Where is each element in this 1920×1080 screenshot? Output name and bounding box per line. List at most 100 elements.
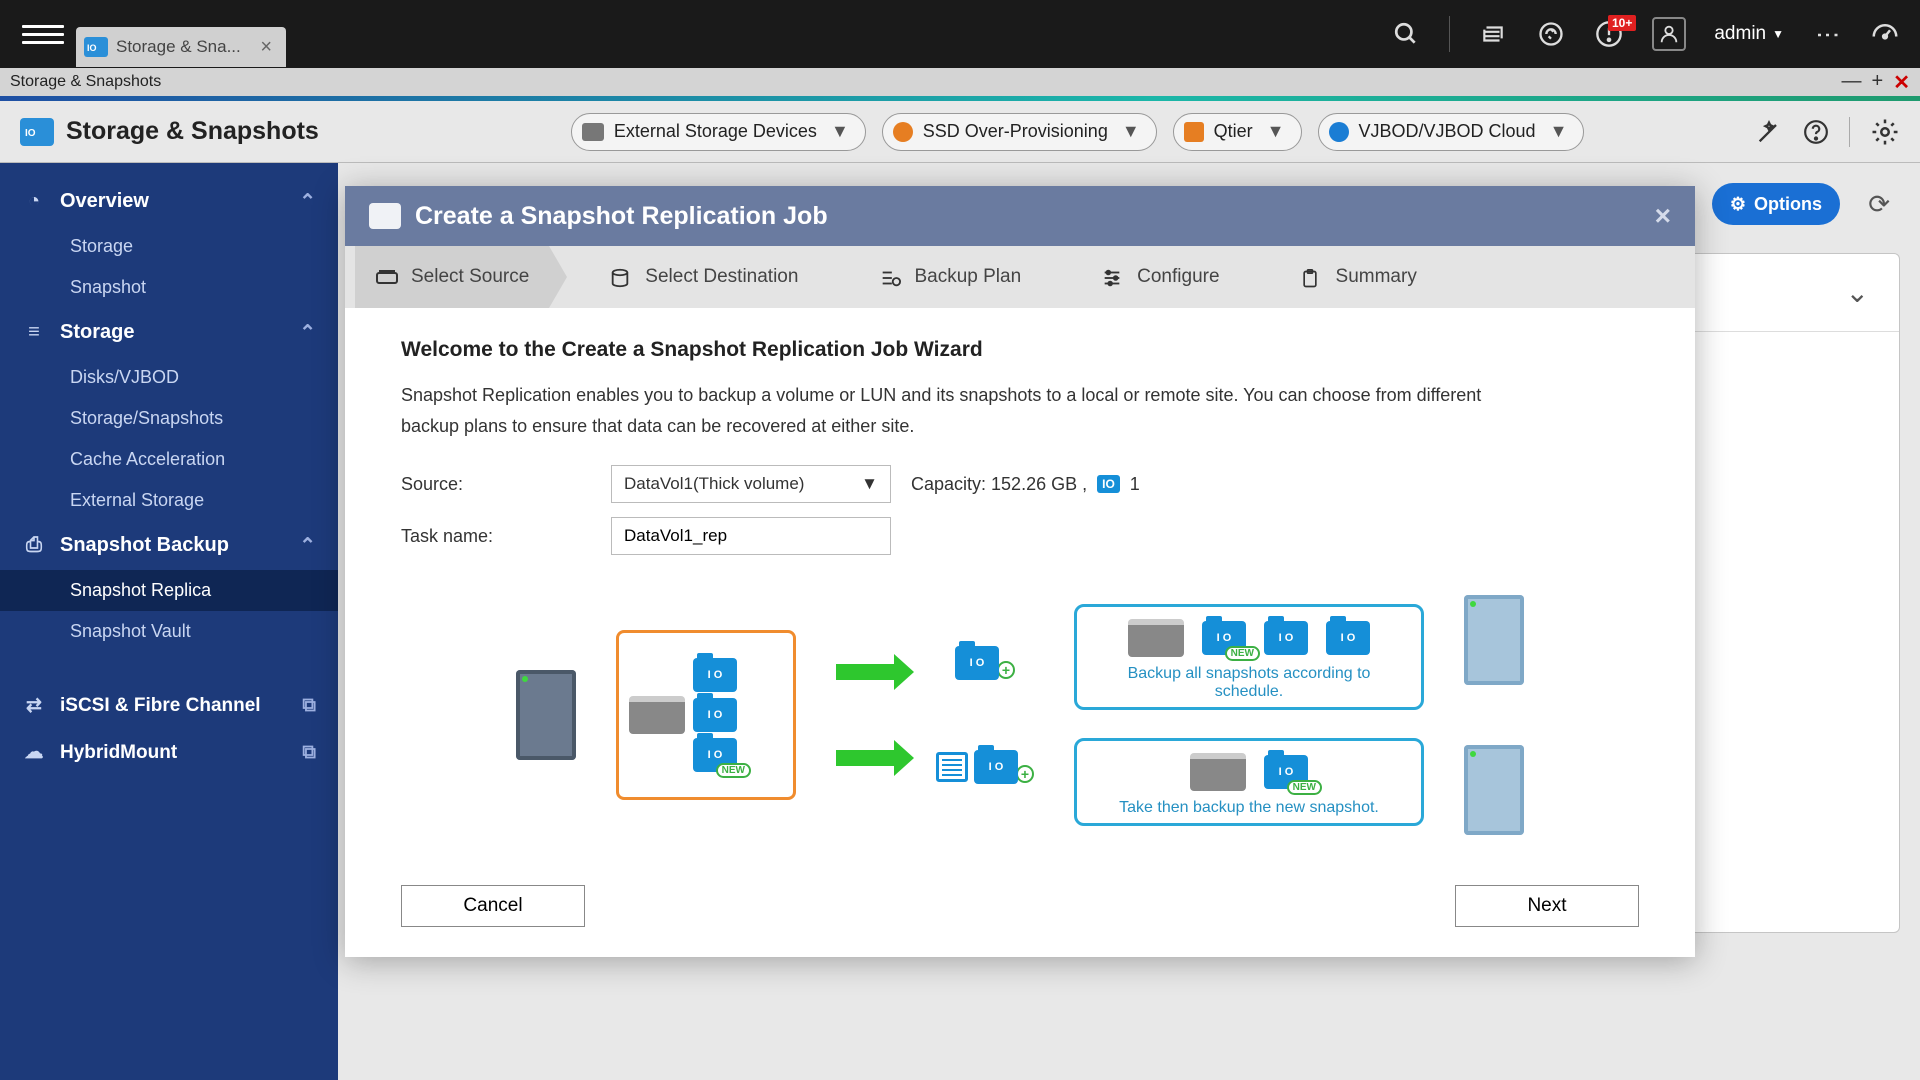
source-label: Source: [401, 474, 611, 495]
io-badge-icon: IO [1097, 475, 1120, 493]
sidebar-item-cache[interactable]: Cache Acceleration [0, 439, 338, 480]
sidebar-item-replica[interactable]: Snapshot Replica [0, 570, 338, 611]
sidebar-section-storage[interactable]: ≡Storage⌃ [0, 308, 338, 357]
chevron-down-icon: ▼ [861, 474, 878, 494]
source-box: I O I O I ONEW [616, 630, 796, 800]
cylinder-icon [609, 267, 633, 287]
sidebar-section-overview[interactable]: ◔Overview⌃ [0, 177, 338, 226]
disk-icon [375, 267, 399, 287]
sidebar-item-snapshot[interactable]: Snapshot [0, 267, 338, 308]
next-button[interactable]: Next [1455, 885, 1639, 927]
top-bar: Storage & Sna... × 10+ admin ▼ ⋮ [0, 0, 1920, 68]
dashboard-icon[interactable] [1870, 19, 1900, 49]
link-icon: ⇄ [22, 694, 46, 717]
app-tab[interactable]: Storage & Sna... × [76, 27, 286, 67]
wizard-steps: Select Source Select Destination Backup … [345, 246, 1695, 308]
window-titlebar: Storage & Snapshots — + ✕ [0, 68, 1920, 96]
chevron-up-icon: ⌃ [299, 320, 316, 345]
maximize-icon[interactable]: + [1872, 70, 1884, 95]
snapshot-icon: I O [1264, 621, 1308, 655]
database-icon: ≡ [22, 321, 46, 344]
modal-header: Create a Snapshot Replication Job × [345, 186, 1695, 246]
dest-caption-1: Backup all snapshots according to schedu… [1095, 665, 1403, 701]
sidebar-link-hybrid[interactable]: ☁HybridMount⧉ [0, 729, 338, 776]
external-storage-dropdown[interactable]: External Storage Devices▼ [571, 113, 866, 151]
vjbod-dropdown[interactable]: VJBOD/VJBOD Cloud▼ [1318, 113, 1585, 151]
snapshot-icon: I O [693, 658, 737, 692]
tab-close-icon[interactable]: × [260, 36, 272, 59]
snapshot-icon: I O [955, 646, 999, 680]
sidebar-item-disks[interactable]: Disks/VJBOD [0, 357, 338, 398]
user-icon[interactable] [1652, 17, 1686, 51]
search-icon[interactable] [1391, 19, 1421, 49]
arrow-icon [836, 750, 896, 766]
sidebar-item-storagesnap[interactable]: Storage/Snapshots [0, 398, 338, 439]
snapshot-icon: I O [1326, 621, 1370, 655]
wizard-welcome: Welcome to the Create a Snapshot Replica… [401, 338, 1639, 362]
page-title: Storage & Snapshots [20, 117, 319, 146]
wizard-icon[interactable] [1755, 118, 1783, 146]
close-icon[interactable]: ✕ [1893, 70, 1910, 95]
dest-box-new: I ONEW Take then backup the new snapshot… [1074, 738, 1424, 826]
gear-icon: ⚙ [1730, 194, 1746, 215]
options-button[interactable]: ⚙Options [1712, 183, 1840, 225]
calendar-icon [936, 752, 968, 782]
window-title: Storage & Snapshots [10, 73, 161, 91]
plus-icon: + [1016, 765, 1034, 783]
source-nas-icon [516, 670, 576, 760]
external-link-icon: ⧉ [302, 742, 316, 764]
step-select-source[interactable]: Select Source [355, 246, 549, 308]
qtier-dropdown[interactable]: Qtier▼ [1173, 113, 1302, 151]
step-select-destination[interactable]: Select Destination [589, 246, 818, 308]
capacity-text: Capacity: 152.26 GB , IO 1 [911, 474, 1140, 495]
sidebar-link-iscsi[interactable]: ⇄iSCSI & Fibre Channel⧉ [0, 682, 338, 729]
minimize-icon[interactable]: — [1842, 70, 1862, 95]
step-backup-plan[interactable]: Backup Plan [858, 246, 1041, 308]
disk-icon [1190, 753, 1246, 791]
snapshot-new-icon: I ONEW [1264, 755, 1308, 789]
source-select[interactable]: DataVol1(Thick volume)▼ [611, 465, 891, 503]
more-icon[interactable]: ⋮ [1812, 19, 1842, 49]
snapshot-icon: I O [974, 750, 1018, 784]
cloud-icon: ☁ [22, 741, 46, 764]
sync-icon[interactable] [1536, 19, 1566, 49]
refresh-icon[interactable]: ⟳ [1868, 189, 1890, 220]
replication-diagram: I O I O I ONEW I O+ I O+ I ONEW I O [401, 585, 1639, 845]
cancel-button[interactable]: Cancel [401, 885, 585, 927]
snapshot-new-icon: I ONEW [693, 738, 737, 772]
modal-title: Create a Snapshot Replication Job [415, 202, 828, 231]
user-menu[interactable]: admin ▼ [1714, 23, 1784, 45]
modal-close-icon[interactable]: × [1655, 200, 1671, 232]
storage-icon [84, 37, 108, 57]
sidebar-item-external[interactable]: External Storage [0, 480, 338, 521]
snapshot-icon: I O [693, 698, 737, 732]
sidebar: ◔Overview⌃ Storage Snapshot ≡Storage⌃ Di… [0, 163, 338, 1080]
plus-icon: + [997, 661, 1015, 679]
sliders-icon [1101, 267, 1125, 287]
chevron-up-icon: ⌃ [299, 189, 316, 214]
chevron-up-icon: ⌃ [299, 533, 316, 558]
chevron-down-icon[interactable]: ⌄ [1846, 276, 1869, 309]
step-configure[interactable]: Configure [1081, 246, 1239, 308]
sidebar-item-vault[interactable]: Snapshot Vault [0, 611, 338, 652]
task-name-input[interactable] [611, 517, 891, 555]
app-toolbar: Storage & Snapshots External Storage Dev… [0, 101, 1920, 163]
help-icon[interactable] [1803, 119, 1829, 145]
dest-nas-icon [1464, 745, 1524, 835]
dest-box-all: I ONEW I O I O Backup all snapshots acco… [1074, 604, 1424, 710]
sidebar-item-storage[interactable]: Storage [0, 226, 338, 267]
volume-icon[interactable] [1478, 19, 1508, 49]
snapshot-new-icon: I ONEW [1202, 621, 1246, 655]
step-summary[interactable]: Summary [1280, 246, 1437, 308]
disk-icon [629, 696, 685, 734]
wizard-description: Snapshot Replication enables you to back… [401, 380, 1501, 441]
notif-badge: 10+ [1608, 15, 1636, 31]
tab-title: Storage & Sna... [116, 37, 241, 57]
disk-icon [1128, 619, 1184, 657]
notifications-icon[interactable]: 10+ [1594, 19, 1624, 49]
ssd-dropdown[interactable]: SSD Over-Provisioning▼ [882, 113, 1157, 151]
hamburger-button[interactable] [22, 13, 64, 55]
settings-icon[interactable] [1870, 117, 1900, 147]
create-replication-modal: Create a Snapshot Replication Job × Sele… [345, 186, 1695, 957]
sidebar-section-snapshot-backup[interactable]: ⎙Snapshot Backup⌃ [0, 521, 338, 570]
